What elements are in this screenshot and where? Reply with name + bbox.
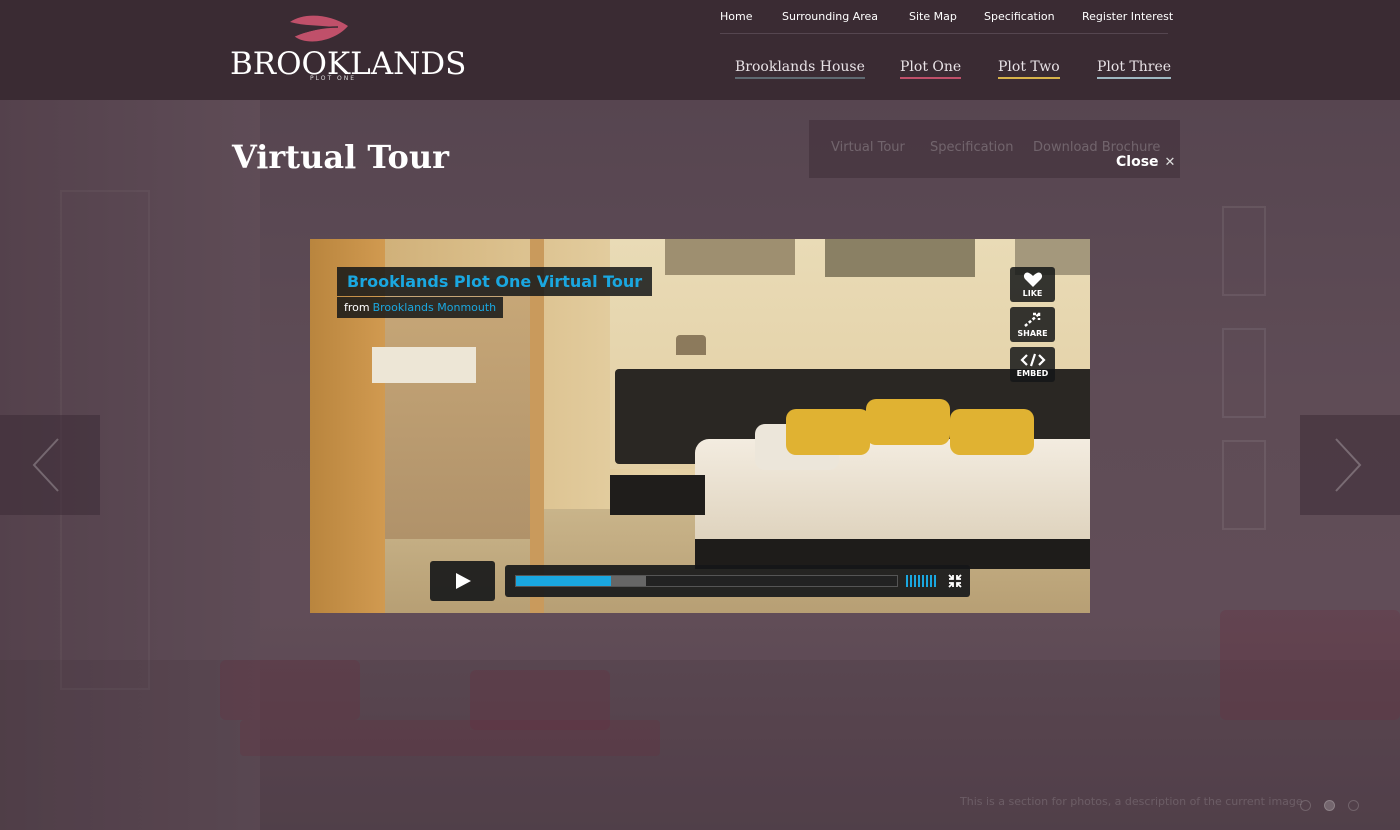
site-header: BROOKLANDS PLOT ONE Home Surrounding Are… bbox=[0, 0, 1400, 100]
main-nav-plot-one[interactable]: Plot One bbox=[900, 59, 962, 79]
close-label: Close bbox=[1116, 154, 1159, 170]
embed-button[interactable]: EMBED bbox=[1010, 347, 1055, 382]
top-nav-register-interest[interactable]: Register Interest bbox=[1082, 10, 1173, 23]
video-frame-lamp bbox=[676, 335, 706, 355]
logo-subtitle: PLOT ONE bbox=[310, 75, 357, 82]
slide-caption: This is a section for photos, a descript… bbox=[960, 795, 1303, 808]
main-nav-brooklands-house[interactable]: Brooklands House bbox=[735, 59, 865, 79]
share-button[interactable]: SHARE bbox=[1010, 307, 1055, 342]
video-title[interactable]: Brooklands Plot One Virtual Tour bbox=[337, 267, 653, 296]
video-frame-sink bbox=[372, 347, 476, 383]
share-icon bbox=[1023, 312, 1040, 327]
playbar bbox=[505, 565, 970, 597]
like-button[interactable]: LIKE bbox=[1010, 267, 1055, 302]
video-player[interactable]: Brooklands Plot One Virtual Tour from Bro… bbox=[310, 239, 1090, 613]
slide-dot[interactable] bbox=[1300, 800, 1311, 811]
slide-dot[interactable] bbox=[1348, 800, 1359, 811]
video-frame-pillow bbox=[950, 409, 1034, 455]
video-frame-pillow bbox=[866, 399, 950, 445]
chevron-left-icon bbox=[32, 438, 59, 492]
video-frame-artwork bbox=[825, 239, 975, 277]
main-nav-plot-two[interactable]: Plot Two bbox=[998, 59, 1060, 79]
subtab-specification[interactable]: Specification bbox=[930, 140, 1013, 155]
brooklands-logo[interactable]: BROOKLANDS PLOT ONE bbox=[230, 12, 466, 84]
seek-bar[interactable] bbox=[515, 575, 898, 587]
video-byline-from: from bbox=[344, 301, 370, 314]
subtab-virtual-tour[interactable]: Virtual Tour bbox=[831, 140, 905, 155]
fullscreen-icon[interactable] bbox=[948, 574, 962, 588]
top-nav-specification[interactable]: Specification bbox=[984, 10, 1055, 23]
subtab-download-brochure[interactable]: Download Brochure bbox=[1033, 140, 1160, 155]
seek-progress bbox=[516, 576, 612, 586]
play-button[interactable] bbox=[430, 561, 495, 601]
video-frame-pillow bbox=[786, 409, 870, 455]
video-frame-artwork bbox=[665, 239, 795, 275]
volume-icon[interactable] bbox=[906, 575, 938, 587]
next-slide-button[interactable] bbox=[1300, 415, 1400, 515]
close-icon: ✕ bbox=[1164, 155, 1176, 170]
top-nav-home[interactable]: Home bbox=[720, 10, 752, 23]
slide-dot[interactable] bbox=[1324, 800, 1335, 811]
video-byline-author[interactable]: Brooklands Monmouth bbox=[373, 301, 497, 314]
heart-icon bbox=[1023, 272, 1042, 287]
video-frame-nightstand bbox=[610, 475, 705, 515]
main-nav-plot-three[interactable]: Plot Three bbox=[1097, 59, 1172, 79]
embed-label: EMBED bbox=[1016, 369, 1049, 378]
page-title: Virtual Tour bbox=[232, 138, 449, 176]
code-icon bbox=[1019, 353, 1046, 367]
top-nav-site-map[interactable]: Site Map bbox=[909, 10, 957, 23]
video-byline: from Brooklands Monmouth bbox=[337, 297, 504, 318]
top-nav: Home Surrounding Area Site Map Specifica… bbox=[720, 0, 1173, 34]
play-icon bbox=[456, 573, 471, 589]
like-label: LIKE bbox=[1022, 289, 1043, 298]
close-button[interactable]: Close ✕ bbox=[1116, 154, 1175, 170]
top-nav-surrounding-area[interactable]: Surrounding Area bbox=[782, 10, 878, 23]
leaf-icon bbox=[290, 15, 348, 42]
slide-dots bbox=[1300, 796, 1372, 815]
chevron-right-icon bbox=[1335, 438, 1362, 492]
prev-slide-button[interactable] bbox=[0, 415, 100, 515]
video-frame-bathroom bbox=[385, 279, 535, 539]
share-label: SHARE bbox=[1017, 329, 1048, 338]
